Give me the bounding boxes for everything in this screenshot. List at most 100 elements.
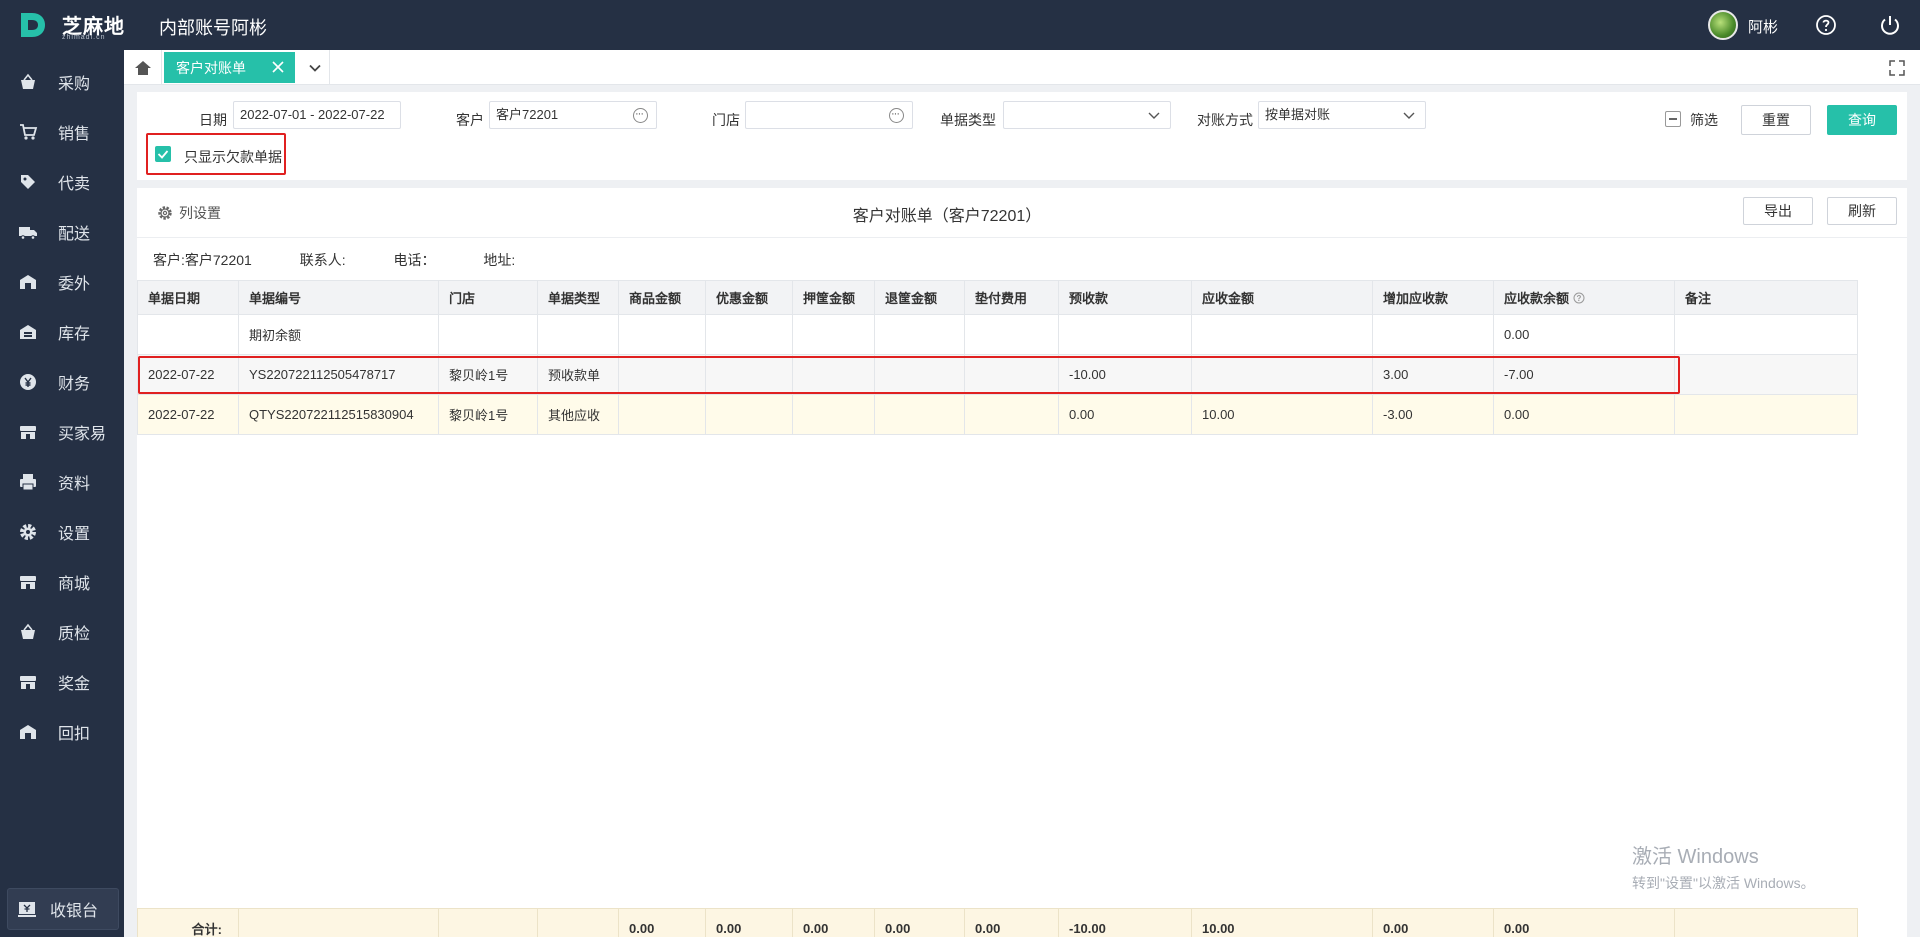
- total-return: 0.00: [874, 908, 965, 937]
- store-input[interactable]: [745, 101, 913, 129]
- sidebar-item-data[interactable]: 资料: [0, 462, 124, 502]
- customer-input[interactable]: 客户72201: [489, 101, 657, 129]
- cart-icon: [20, 124, 38, 140]
- column-header[interactable]: 商品金额: [618, 280, 706, 315]
- cell-return: [874, 394, 965, 435]
- sidebar-item-buyer[interactable]: 买家易: [0, 412, 124, 452]
- sidebar-item-bonus[interactable]: 奖金: [0, 662, 124, 702]
- info-contact: 联系人:: [299, 252, 346, 268]
- brand-logo-icon[interactable]: [18, 10, 48, 40]
- sidebar-item-label: 设置: [58, 526, 91, 543]
- user-name[interactable]: 阿彬: [1748, 16, 1778, 37]
- date-range-input[interactable]: 2022-07-01 - 2022-07-22: [233, 101, 401, 129]
- column-header[interactable]: 单据日期: [137, 280, 239, 315]
- column-header[interactable]: 增加应收款: [1372, 280, 1494, 315]
- column-header[interactable]: 优惠金额: [705, 280, 793, 315]
- sidebar-item-finance[interactable]: 财务: [0, 362, 124, 402]
- cashier-button[interactable]: 收银台: [7, 888, 119, 930]
- sidebar-item-purchase[interactable]: 采购: [0, 62, 124, 102]
- column-header[interactable]: 单据类型: [537, 280, 619, 315]
- home-button[interactable]: [124, 50, 162, 85]
- column-header[interactable]: 应收金额: [1191, 280, 1373, 315]
- chevron-down-icon: [1148, 112, 1160, 119]
- info-phone: 电话：: [393, 252, 436, 268]
- sidebar-item-qc[interactable]: 质检: [0, 612, 124, 652]
- cell-store: [438, 314, 538, 355]
- cell-advance-fee: [964, 394, 1059, 435]
- basket-icon: [21, 73, 35, 89]
- cell-advance-fee: [964, 314, 1059, 355]
- help-icon[interactable]: ?: [1573, 292, 1585, 304]
- cell-deposit: [792, 394, 875, 435]
- table-header-row: 单据日期 单据编号 门店 单据类型 商品金额 优惠金额 押筐金额 退筐金额 垫付…: [137, 280, 1858, 315]
- total-empty: [438, 908, 538, 937]
- column-header[interactable]: 退筐金额: [874, 280, 965, 315]
- total-prepaid: -10.00: [1058, 908, 1192, 937]
- query-button[interactable]: 查询: [1827, 105, 1897, 135]
- column-header[interactable]: 单据编号: [238, 280, 439, 315]
- more-icon[interactable]: [889, 101, 904, 127]
- cell-discount: [705, 394, 793, 435]
- sidebar-item-label: 代卖: [58, 176, 91, 193]
- column-header-balance[interactable]: 应收款余额 ?: [1493, 280, 1675, 315]
- sidebar-item-label: 委外: [58, 276, 91, 293]
- tab-bar: 客户对账单: [124, 50, 1920, 85]
- help-icon[interactable]: [1814, 13, 1838, 37]
- cell-prepaid: [1058, 314, 1192, 355]
- tab-customer-statement[interactable]: 客户对账单: [164, 52, 295, 83]
- tab-menu-button[interactable]: [300, 50, 330, 85]
- sidebar-item-label: 资料: [58, 476, 91, 493]
- refresh-button[interactable]: 刷新: [1827, 197, 1897, 225]
- cell-balance: 0.00: [1493, 394, 1675, 435]
- column-header[interactable]: 预收款: [1058, 280, 1192, 315]
- info-address: 地址:: [483, 252, 516, 268]
- watermark-line2: 转到"设置"以激活 Windows。: [1632, 875, 1815, 891]
- store-label: 门店: [712, 112, 740, 128]
- column-header[interactable]: 备注: [1674, 280, 1858, 315]
- building-icon: [20, 725, 36, 739]
- sidebar-item-label: 采购: [58, 76, 91, 93]
- cashier-label: 收银台: [50, 903, 99, 920]
- fullscreen-icon[interactable]: [1888, 59, 1906, 77]
- close-icon[interactable]: [271, 60, 285, 74]
- total-empty: [537, 908, 619, 937]
- sidebar-item-rebate[interactable]: 回扣: [0, 712, 124, 752]
- filter-panel: 日期 2022-07-01 - 2022-07-22 客户 客户72201 门店…: [137, 92, 1907, 180]
- sidebar-item-label: 配送: [58, 226, 91, 243]
- more-icon[interactable]: [633, 101, 648, 127]
- cell-doc-no: QTYS220722112515830904: [238, 394, 439, 435]
- power-icon[interactable]: [1878, 13, 1902, 37]
- windows-activation-watermark: 激活 Windows 转到"设置"以激活 Windows。: [1632, 840, 1815, 893]
- export-button[interactable]: 导出: [1743, 197, 1813, 225]
- column-header[interactable]: 门店: [438, 280, 538, 315]
- tag-icon: [21, 175, 35, 189]
- sidebar-item-label: 财务: [58, 376, 91, 393]
- total-receivable: 10.00: [1191, 908, 1373, 937]
- cell-date: 2022-07-22: [137, 394, 239, 435]
- sidebar: 采购 销售 代卖 配送 委外 库存 财务 买家易 资料 设置 商城 质检 奖金 …: [0, 50, 124, 937]
- recon-select[interactable]: 按单据对账: [1258, 101, 1426, 129]
- sidebar-item-delivery[interactable]: 配送: [0, 212, 124, 252]
- table-row[interactable]: 期初余额 0.00: [137, 314, 1858, 355]
- screen-label: 筛选: [1690, 112, 1718, 128]
- date-label: 日期: [199, 112, 227, 128]
- column-header[interactable]: 押筐金额: [792, 280, 875, 315]
- cell-receivable: [1191, 314, 1373, 355]
- reset-button[interactable]: 重置: [1741, 105, 1811, 135]
- sidebar-item-settings[interactable]: 设置: [0, 512, 124, 552]
- avatar[interactable]: [1708, 10, 1738, 40]
- sidebar-item-label: 买家易: [58, 426, 107, 443]
- sidebar-item-consign[interactable]: 代卖: [0, 162, 124, 202]
- brand-domain: zhimadi.cn: [62, 34, 106, 41]
- chevron-down-icon: [1403, 112, 1415, 119]
- screen-toggle[interactable]: [1665, 111, 1681, 127]
- sidebar-item-mall[interactable]: 商城: [0, 562, 124, 602]
- customer-value: 客户72201: [496, 107, 559, 122]
- column-header[interactable]: 垫付费用: [964, 280, 1059, 315]
- doc-type-select[interactable]: [1003, 101, 1171, 129]
- sidebar-item-sales[interactable]: 销售: [0, 112, 124, 152]
- gear-icon: [20, 524, 36, 540]
- sidebar-item-outsource[interactable]: 委外: [0, 262, 124, 302]
- sidebar-item-inventory[interactable]: 库存: [0, 312, 124, 352]
- table-row[interactable]: 2022-07-22 QTYS220722112515830904 黎贝岭1号 …: [137, 394, 1858, 435]
